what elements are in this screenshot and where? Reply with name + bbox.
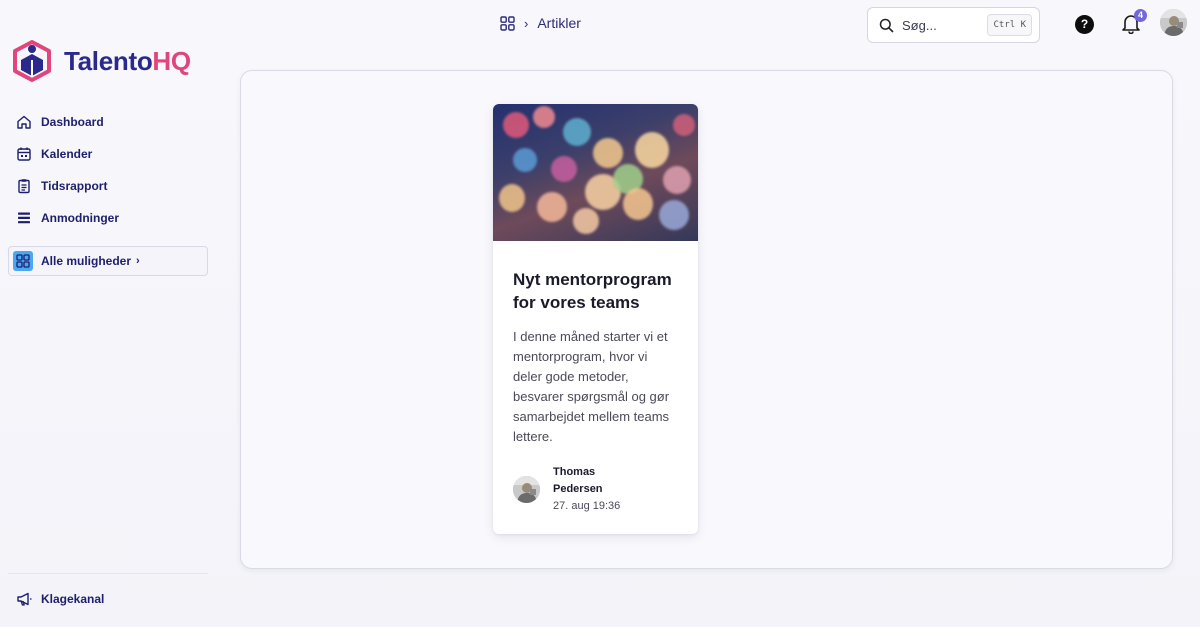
sidebar-item-label: Anmodninger	[41, 211, 119, 225]
sidebar-item-klagekanal[interactable]: Klagekanal	[8, 583, 208, 615]
sidebar-item-label: Dashboard	[41, 115, 104, 129]
app-root: TalentoHQ Dashboard Kalender Tidsrapport	[0, 0, 1200, 627]
article-author: Thomas Pedersen 27. aug 19:36	[513, 464, 623, 515]
logo-text-accent: HQ	[152, 45, 191, 76]
article-card[interactable]: Nyt mentorprogram for vores teams I denn…	[493, 104, 698, 534]
search-input[interactable]	[902, 17, 982, 33]
search-icon	[879, 18, 894, 32]
sidebar: TalentoHQ Dashboard Kalender Tidsrapport	[0, 0, 215, 627]
sidebar-item-alle-muligheder[interactable]: Alle muligheder ›	[8, 246, 208, 276]
sidebar-item-label: Kalender	[41, 147, 93, 161]
logo-text-main: Talento	[64, 45, 153, 76]
sidebar-bottom: Klagekanal	[8, 583, 208, 615]
calendar-icon	[16, 146, 32, 162]
sidebar-item-dashboard[interactable]: Dashboard	[8, 106, 208, 138]
search-shortcut: Ctrl K	[987, 14, 1032, 36]
logo[interactable]: TalentoHQ	[12, 40, 191, 82]
sidebar-nav: Dashboard Kalender Tidsrapport Anmodning…	[8, 106, 208, 276]
clipboard-icon	[16, 178, 32, 194]
user-avatar[interactable]	[1160, 9, 1187, 36]
article-title[interactable]: Nyt mentorprogram for vores teams	[513, 268, 678, 314]
grid-icon	[13, 251, 33, 271]
sidebar-item-label: Alle muligheder	[41, 254, 132, 268]
help-icon[interactable]: ?	[1075, 15, 1094, 34]
sidebar-divider	[8, 573, 208, 574]
grid-icon[interactable]	[500, 15, 515, 31]
sidebar-item-label: Klagekanal	[41, 592, 105, 606]
author-avatar	[513, 476, 540, 503]
chevron-right-icon: ›	[136, 255, 140, 267]
article-date: 27. aug 19:36	[553, 500, 621, 512]
article-body: Nyt mentorprogram for vores teams I denn…	[493, 241, 698, 447]
sidebar-item-tidsrapport[interactable]: Tidsrapport	[8, 170, 208, 202]
sidebar-item-kalender[interactable]: Kalender	[8, 138, 208, 170]
logo-cube-icon	[13, 40, 51, 82]
notification-badge: 4	[1134, 9, 1147, 22]
chevron-right-icon: ›	[524, 15, 529, 31]
author-meta: Thomas Pedersen 27. aug 19:36	[553, 464, 623, 515]
home-icon	[16, 114, 32, 130]
megaphone-icon	[16, 591, 32, 607]
article-excerpt: I denne måned starter vi et mentorprogra…	[513, 329, 670, 444]
author-name: Thomas Pedersen	[553, 466, 603, 495]
breadcrumb-current: Artikler	[537, 15, 581, 31]
sidebar-item-anmodninger[interactable]: Anmodninger	[8, 202, 208, 234]
breadcrumb: › Artikler	[500, 15, 581, 31]
article-image	[493, 104, 698, 241]
content-panel	[240, 70, 1173, 569]
search-box[interactable]: Ctrl K	[867, 7, 1040, 43]
list-icon	[16, 210, 32, 226]
logo-text: TalentoHQ	[64, 46, 191, 77]
sidebar-item-label: Tidsrapport	[41, 179, 108, 193]
